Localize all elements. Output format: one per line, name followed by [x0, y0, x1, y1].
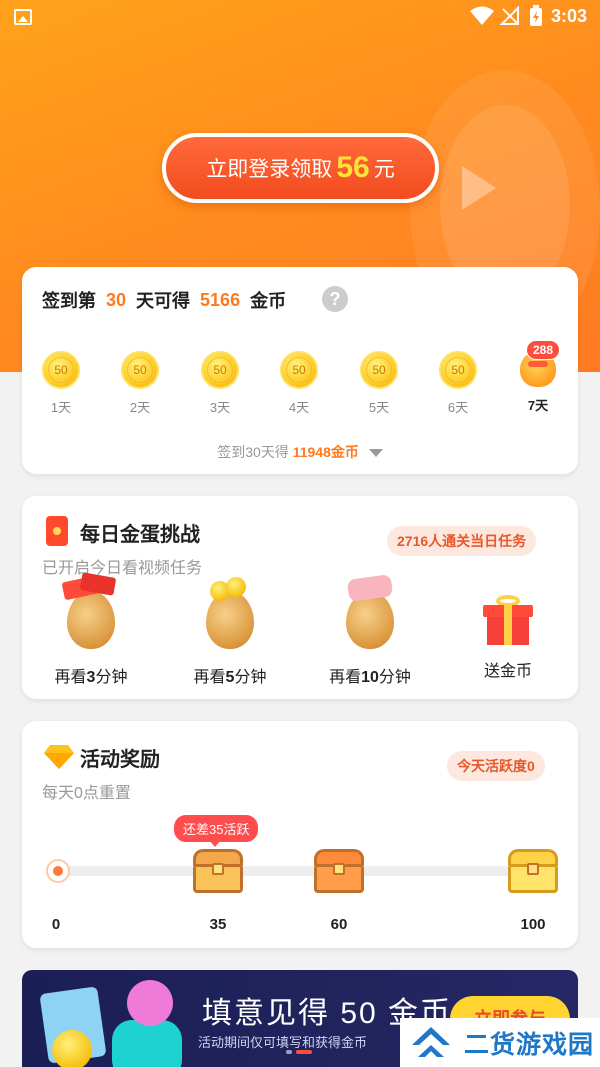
day-label: 3天	[209, 400, 231, 415]
coin-icon: 50	[360, 351, 398, 389]
login-prefix: 立即登录领取	[206, 158, 333, 181]
wifi-icon	[470, 6, 494, 25]
egg-challenge-subtitle: 已开启今日看视频任务	[42, 560, 203, 577]
coin-icon: 50	[42, 351, 80, 389]
day-label: 5天	[368, 400, 390, 415]
person-illustration	[112, 1020, 182, 1067]
checkin-day[interactable]: 50 6天	[428, 351, 488, 416]
checkin-title-mid: 天可得	[136, 291, 191, 311]
day-label: 6天	[447, 400, 469, 415]
egg-task-label: 再看10分钟	[329, 669, 411, 686]
egg-task[interactable]: 再看10分钟	[315, 574, 425, 687]
watermark-text: 二货游戏园	[464, 1030, 595, 1059]
checkin-title-suffix: 金币	[250, 291, 287, 311]
status-bar: 3:03	[0, 0, 600, 34]
clock: 3:03	[551, 6, 588, 26]
diamond-icon	[44, 745, 74, 769]
coin-icon: 50	[439, 351, 477, 389]
egg-task[interactable]: 再看5分钟	[175, 577, 285, 687]
checkin-coins: 5166	[200, 289, 241, 310]
egg-task-label: 送金币	[483, 663, 532, 680]
coins-illustration	[52, 1030, 92, 1067]
checkin-day[interactable]: 50 5天	[349, 351, 409, 416]
egg-task[interactable]: 送金币	[453, 591, 563, 681]
coin-icon: 50	[201, 351, 239, 389]
activity-progress-bar	[54, 866, 554, 876]
day-label: 7天	[527, 398, 549, 413]
banner-pager	[286, 1050, 312, 1054]
egg-challenge-title: 每日金蛋挑战	[80, 524, 200, 546]
login-claim-button[interactable]: 立即登录领取 56 元	[162, 133, 439, 203]
golden-egg-icon	[61, 572, 117, 649]
milestone-label: 0	[51, 916, 61, 933]
checkin-title: 签到第 30 天可得 5166 金币	[42, 287, 286, 313]
checkin-title-pre: 签到第	[42, 291, 96, 311]
egg-task-label: 再看3分钟	[54, 669, 128, 686]
checkin-days-row: 50 1天 50 2天 50 3天 50 4天 50 5天 50 6天 7天	[22, 351, 578, 421]
watermark: 二货游戏园	[400, 1018, 600, 1067]
milestone-label: 35	[209, 916, 227, 933]
person-head-illustration	[127, 980, 173, 1026]
checkin-day[interactable]: 50 1天	[31, 351, 91, 416]
milestone-label: 100	[520, 916, 546, 933]
milestone-label: 60	[330, 916, 348, 933]
egg-task[interactable]: 再看3分钟	[36, 572, 146, 687]
treasure-chest-icon[interactable]	[508, 849, 558, 893]
activity-rewards-card: 活动奖励 每天0点重置 今天活跃度0 还差35活跃 0 35 60 100	[22, 721, 578, 948]
gallery-icon	[14, 9, 32, 25]
activity-subtitle: 每天0点重置	[42, 785, 131, 802]
checkin-day-gift[interactable]: 7天	[508, 351, 568, 414]
checkin-days: 30	[106, 289, 127, 310]
progress-start-dot	[46, 859, 70, 883]
activity-tooltip: 还差35活跃	[174, 815, 259, 847]
egg-task-label: 再看5分钟	[193, 669, 267, 686]
checkin-day[interactable]: 50 2天	[110, 351, 170, 416]
checkin-day[interactable]: 50 3天	[190, 351, 250, 416]
coin-icon: 50	[280, 351, 318, 389]
gift-badge: 288	[526, 340, 561, 360]
checkin-more-text: 签到30天得	[217, 444, 289, 460]
day-label: 2天	[129, 400, 151, 415]
golden-egg-icon	[346, 574, 394, 649]
activity-pill: 今天活跃度0	[447, 751, 545, 781]
login-amount: 56	[336, 151, 370, 184]
battery-charging-icon	[530, 5, 542, 26]
checkin-more-value: 11948金币	[292, 444, 359, 460]
checkin-card: 签到第 30 天可得 5166 金币 ? 50 1天 50 2天 50 3天 5…	[22, 267, 578, 474]
day-label: 1天	[50, 400, 72, 415]
help-icon[interactable]: ?	[322, 286, 348, 312]
treasure-chest-icon[interactable]	[193, 849, 243, 893]
no-signal-icon	[500, 6, 519, 25]
watermark-logo-icon	[408, 1023, 454, 1063]
chevron-down-icon	[368, 449, 383, 458]
red-packet-icon	[46, 516, 68, 546]
play-icon	[462, 166, 496, 210]
checkin-expand[interactable]: 签到30天得 11948金币	[22, 442, 578, 462]
egg-challenge-pill: 2716人通关当日任务	[387, 526, 537, 556]
login-suffix: 元	[373, 158, 395, 181]
treasure-chest-icon[interactable]	[314, 849, 364, 893]
activity-title: 活动奖励	[80, 749, 160, 771]
golden-egg-icon	[206, 577, 254, 649]
gift-box-icon	[483, 595, 533, 645]
banner-subtitle: 活动期间仅可填写和获得金币	[198, 1035, 368, 1050]
egg-challenge-card: 每日金蛋挑战 已开启今日看视频任务 2716人通关当日任务 再看3分钟 再看5分…	[22, 496, 578, 699]
day-label: 4天	[288, 400, 310, 415]
egg-row: 再看3分钟 再看5分钟 再看10分钟 送金币	[22, 572, 578, 691]
checkin-day[interactable]: 50 4天	[269, 351, 329, 416]
coin-icon: 50	[121, 351, 159, 389]
